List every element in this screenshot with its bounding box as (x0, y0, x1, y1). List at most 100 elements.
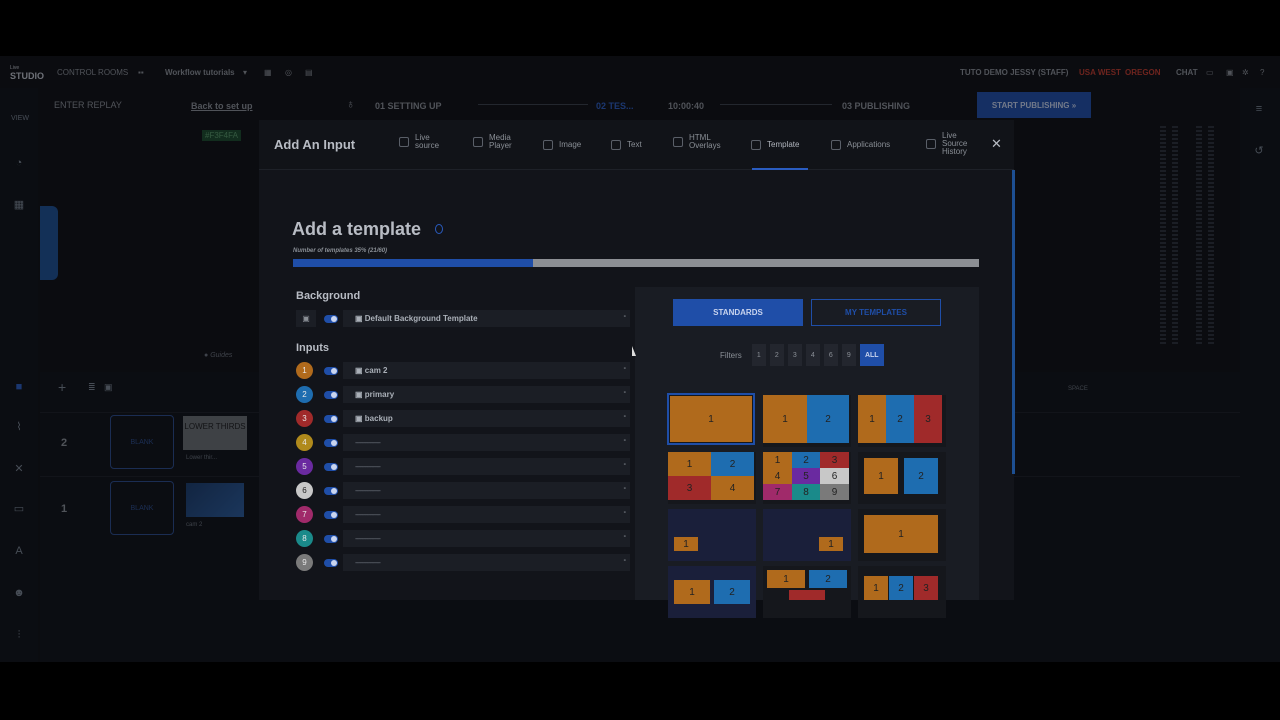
filter-4[interactable]: 4 (805, 344, 820, 366)
tools-icon[interactable]: ✕ (12, 462, 26, 476)
template-tile[interactable]: 1 2 (763, 395, 851, 447)
input-select[interactable]: --------------- - (343, 530, 630, 547)
step-publishing[interactable]: 03 PUBLISHING (842, 101, 910, 111)
text-icon[interactable]: A (12, 544, 26, 558)
template-tile[interactable]: 1 2 (763, 566, 851, 618)
input-select[interactable]: --------------- - (343, 458, 630, 475)
grid-icon[interactable]: ▤ (305, 68, 313, 77)
modal-scrollbar[interactable] (1012, 170, 1015, 474)
step-divider (478, 104, 588, 105)
chat-link[interactable]: CHAT (1176, 68, 1198, 77)
input-select[interactable]: ▣ cam 2- (343, 362, 630, 379)
tab-text[interactable]: Text (611, 140, 642, 150)
back-to-setup-link[interactable]: Back to set up (191, 101, 253, 111)
input-select[interactable]: --------------- - (343, 506, 630, 523)
image-icon[interactable]: ▣ (296, 310, 316, 327)
tab-template[interactable]: Template (751, 140, 799, 150)
my-templates-button[interactable]: MY TEMPLATES (811, 299, 941, 326)
input-toggle[interactable] (324, 439, 338, 447)
sliders-icon[interactable]: ⫶ (12, 628, 26, 642)
gear-icon[interactable]: ✲ (1242, 68, 1249, 77)
template-tile[interactable]: 1 2 (858, 452, 946, 504)
enter-replay-button[interactable]: ENTER REPLAY (54, 100, 122, 110)
standards-button[interactable]: STANDARDS (673, 299, 803, 326)
input-select[interactable]: --------------- - (343, 482, 630, 499)
input-toggle[interactable] (324, 463, 338, 471)
tab-applications[interactable]: Applications (831, 140, 890, 150)
video-icon[interactable]: ■ (12, 380, 26, 394)
tab-html-overlays[interactable]: HTML Overlays (673, 134, 729, 150)
template-tile[interactable]: 1 2 3 4 (668, 452, 756, 504)
input-row: 1 ▣ cam 2- (296, 362, 630, 380)
workflow-dropdown[interactable]: Workflow tutorials (165, 68, 235, 77)
input-select[interactable]: --------------- - (343, 434, 630, 451)
menu-icon[interactable]: ≡ (1252, 102, 1266, 116)
input-toggle[interactable] (324, 559, 338, 567)
help-icon[interactable] (435, 224, 443, 234)
broadcast-icon[interactable]: ⌇ (12, 420, 26, 434)
input-toggle[interactable] (324, 367, 338, 375)
people-icon[interactable]: ☻ (12, 586, 26, 600)
help-icon[interactable]: ? (1260, 68, 1264, 77)
user-menu[interactable]: TUTO DEMO JESSY (STAFF) (960, 68, 1068, 77)
cam-thumb[interactable] (186, 483, 244, 517)
layout-icon[interactable]: ▦ (12, 198, 26, 212)
template-tile[interactable]: 1 (668, 509, 756, 561)
monitor-icon[interactable]: ▣ (1226, 68, 1234, 77)
filter-1[interactable]: 1 (751, 344, 766, 366)
filter-all[interactable]: ALL (859, 344, 884, 366)
app-frame: Live STUDIO CONTROL ROOMS ▪▪ Workflow tut… (0, 56, 1280, 662)
guides-toggle[interactable]: ● Guides (204, 352, 232, 359)
history-icon[interactable]: ↺ (1252, 144, 1266, 158)
region-sub-label[interactable]: OREGON (1125, 68, 1161, 77)
template-tile[interactable]: 1 2 3 (858, 566, 946, 618)
filter-3[interactable]: 3 (787, 344, 802, 366)
tab-live-source[interactable]: Live source (399, 134, 445, 150)
template-tile[interactable]: 1 2 3 (858, 395, 946, 447)
filter-6[interactable]: 6 (823, 344, 838, 366)
control-rooms-link[interactable]: CONTROL ROOMS (57, 68, 128, 77)
tab-live-source-history[interactable]: Live Source History (926, 132, 974, 156)
lock-icon[interactable]: ▣ (104, 382, 113, 393)
background-toggle[interactable] (324, 315, 338, 323)
step-setting-up[interactable]: 01 SETTING UP (375, 101, 442, 111)
step-testing[interactable]: 02 TES... (596, 101, 634, 111)
start-publishing-button[interactable]: START PUBLISHING » (977, 92, 1091, 118)
input-toggle[interactable] (324, 391, 338, 399)
globe-icon[interactable]: ◎ (285, 68, 292, 77)
message-icon[interactable]: ▭ (1206, 68, 1214, 77)
modal-header: Add An Input Live source Media Player Im… (259, 120, 1014, 170)
template-tile[interactable]: 1 2 (668, 566, 756, 618)
filter-2[interactable]: 2 (769, 344, 784, 366)
template-tile[interactable]: 1 2 3 4 5 6 7 8 9 (763, 452, 851, 504)
input-toggle[interactable] (324, 415, 338, 423)
room-icon: ▪▪ (138, 68, 144, 77)
camera-icon: ▣ (355, 366, 363, 375)
input-toggle[interactable] (324, 511, 338, 519)
input-toggle[interactable] (324, 535, 338, 543)
input-select[interactable]: ▣ backup - (343, 410, 630, 427)
space-key[interactable]: SPACE (1068, 386, 1088, 392)
lower-thirds-thumb[interactable]: LOWER THIRDS (183, 416, 247, 450)
add-icon[interactable]: + (58, 379, 66, 395)
list-icon[interactable]: ≣ (88, 382, 96, 393)
background-select[interactable]: ▣ Default Background Template - (343, 310, 630, 327)
tab-image[interactable]: Image (543, 140, 581, 150)
stage-collapse-tab[interactable] (40, 206, 58, 280)
section-heading: Add a template (292, 219, 422, 239)
calendar-icon[interactable]: ▦ (264, 68, 272, 77)
input-toggle[interactable] (324, 487, 338, 495)
blank-layer[interactable]: BLANK (110, 481, 174, 535)
template-tile[interactable]: 1 (763, 509, 851, 561)
screen-icon[interactable]: ▭ (12, 502, 26, 516)
filter-9[interactable]: 9 (841, 344, 856, 366)
template-tile[interactable]: 1 (858, 509, 946, 561)
step-divider (720, 104, 832, 105)
close-icon[interactable]: ✕ (991, 136, 1002, 152)
dashboard-icon[interactable]: ◔ (12, 156, 26, 170)
blank-layer[interactable]: BLANK (110, 415, 174, 469)
template-tile[interactable]: 1 (667, 393, 755, 445)
tab-media-player[interactable]: Media Player (473, 134, 519, 150)
input-select[interactable]: ▣ primary - (343, 386, 630, 403)
input-select[interactable]: --------------- - (343, 554, 630, 571)
